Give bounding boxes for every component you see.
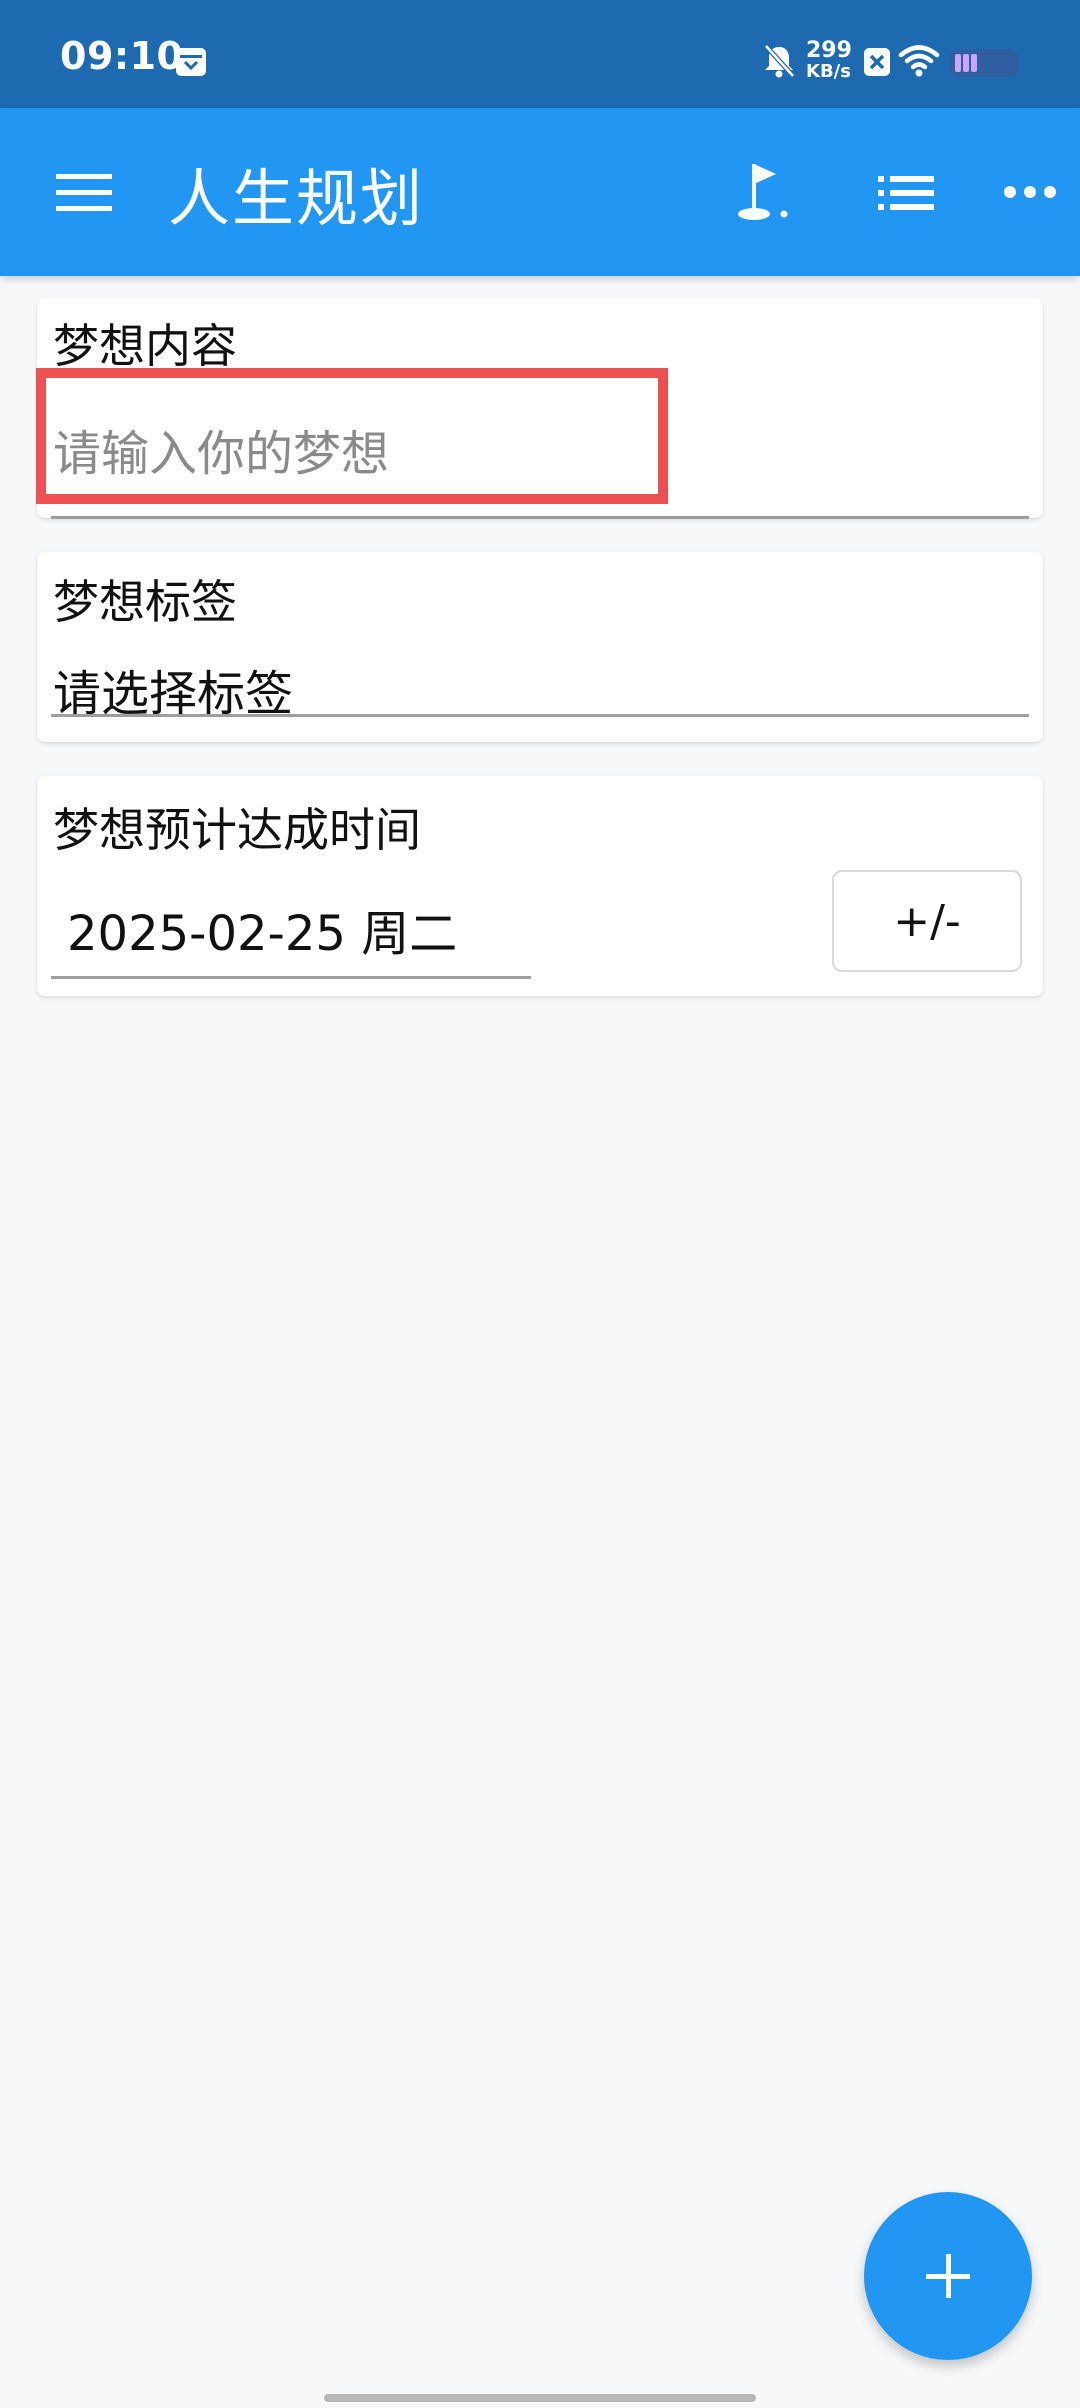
dream-date-field[interactable]: 2025-02-25 周二: [67, 894, 457, 964]
dream-content-card: 梦想内容 请输入你的梦想: [37, 298, 1043, 519]
list-icon[interactable]: [878, 174, 934, 212]
net-speed-unit: KB/s: [806, 61, 851, 82]
add-button[interactable]: [864, 2192, 1032, 2360]
app-bar: 人生规划: [0, 108, 1080, 276]
flag-goal-icon[interactable]: [736, 160, 792, 224]
calendar-notification-icon: [176, 48, 206, 76]
dream-date-label: 梦想预计达成时间: [53, 803, 421, 857]
more-options-icon[interactable]: [1004, 184, 1056, 200]
home-indicator[interactable]: [324, 2394, 756, 2402]
dream-content-label: 梦想内容: [53, 319, 237, 373]
status-bar: 09:10 299 KB/s: [0, 0, 1080, 108]
dream-tag-card: 梦想标签 请选择标签: [37, 552, 1043, 742]
dream-tag-underline: [51, 714, 1029, 717]
status-time: 09:10: [60, 34, 184, 78]
dream-content-underline: [51, 516, 1029, 519]
page-title: 人生规划: [168, 162, 425, 235]
plus-icon: [926, 2254, 970, 2298]
close-box-icon: [864, 48, 890, 76]
dream-date-card: 梦想预计达成时间 2025-02-25 周二 +/-: [37, 776, 1043, 996]
date-adjust-button[interactable]: +/-: [832, 870, 1022, 972]
battery-icon: [949, 49, 1019, 77]
dream-date-underline: [51, 976, 531, 979]
menu-icon[interactable]: [56, 172, 112, 212]
dream-content-input[interactable]: 请输入你的梦想: [53, 414, 389, 484]
dream-tag-label: 梦想标签: [53, 575, 237, 629]
bell-muted-icon: [764, 44, 795, 78]
wifi-icon: [898, 45, 940, 77]
net-speed-value: 299: [806, 38, 852, 63]
